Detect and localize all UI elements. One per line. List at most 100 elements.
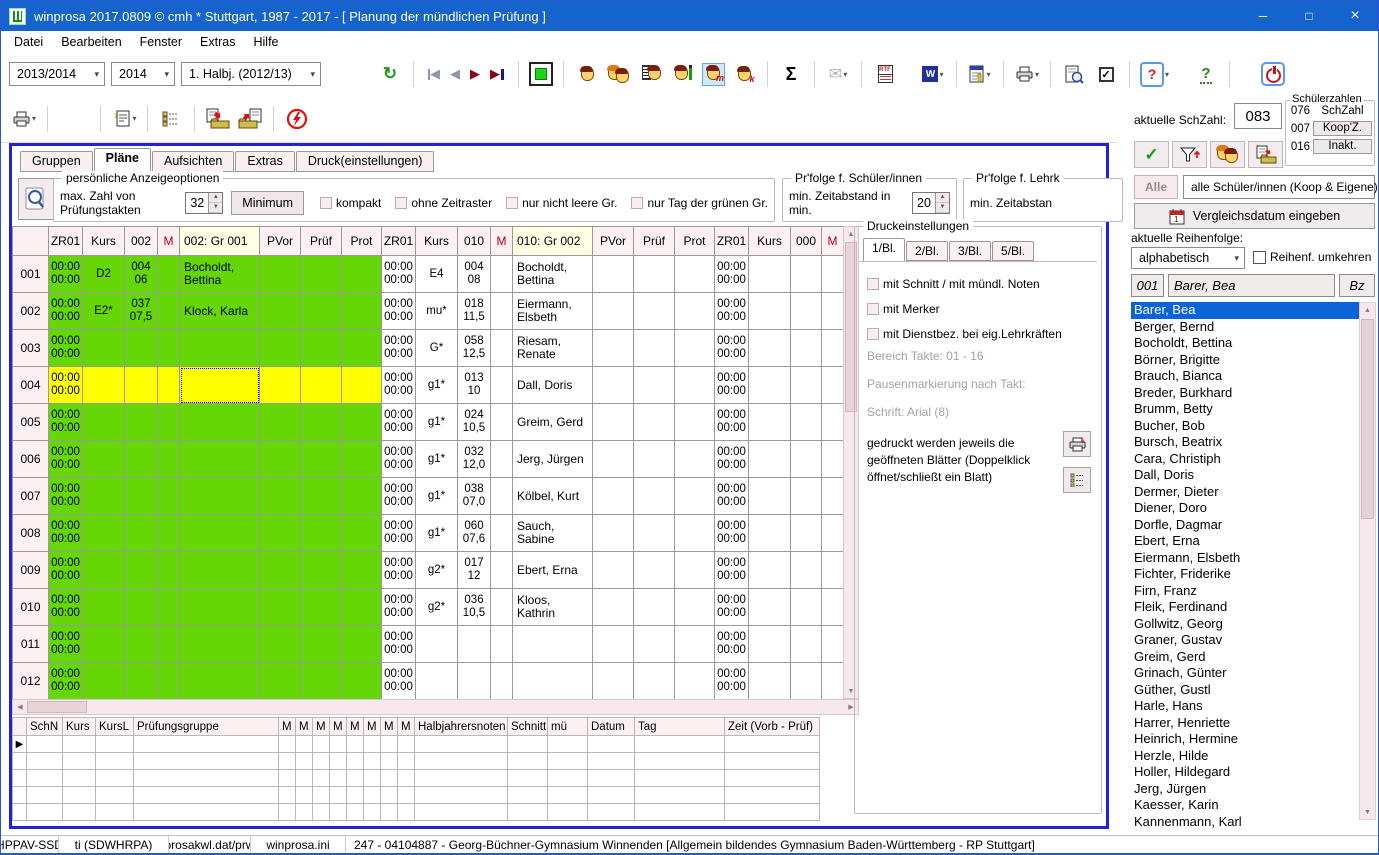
bottom-table-cell[interactable]	[330, 787, 347, 804]
close-button[interactable]: ×	[1332, 1, 1378, 31]
grid-cell-time[interactable]: 00:0000:00	[49, 404, 83, 441]
grid-cell-m[interactable]	[158, 515, 180, 552]
list-item[interactable]: Diener, Doro	[1131, 500, 1359, 517]
grid-cell-kurs[interactable]	[749, 404, 791, 441]
bottom-table-cell[interactable]	[725, 753, 820, 770]
bottom-table-cell[interactable]	[313, 753, 330, 770]
bottom-table-cell[interactable]	[279, 736, 296, 753]
grid-cell-pvor[interactable]	[260, 589, 301, 626]
druck-tab-3-bl-[interactable]: 3/Bl.	[949, 241, 991, 261]
menu-item-extras[interactable]: Extras	[191, 31, 244, 53]
grid-cell-points[interactable]	[791, 293, 822, 330]
grid-cell-time[interactable]: 00:0000:00	[715, 515, 749, 552]
grid-cell-kurs[interactable]: g1*	[416, 478, 458, 515]
grid-cell-kurs[interactable]: D2	[83, 256, 125, 293]
grid-cell-name[interactable]	[180, 663, 260, 700]
grid-cell-points[interactable]	[791, 589, 822, 626]
grid-cell-m[interactable]	[158, 330, 180, 367]
import-from-folder-button[interactable]	[237, 105, 263, 133]
bottom-table-cell[interactable]	[313, 787, 330, 804]
grid-cell-points[interactable]	[791, 552, 822, 589]
student-group-button[interactable]	[606, 60, 632, 88]
grid-cell-pvor[interactable]	[260, 515, 301, 552]
grid-cell-prot[interactable]	[342, 663, 382, 700]
grid-cell-pruef[interactable]	[301, 404, 342, 441]
grid-cell-points[interactable]	[791, 404, 822, 441]
bottom-table-cell[interactable]	[364, 753, 381, 770]
grid-cell-m[interactable]	[491, 293, 513, 330]
list-item[interactable]: Breder, Burkhard	[1131, 385, 1359, 402]
bottom-table-cell[interactable]	[27, 770, 63, 787]
list-item[interactable]: Kannenmann, Karl	[1131, 814, 1359, 831]
halfyear-select[interactable]: 1. Halbj. (2012/13) ▾	[181, 62, 321, 86]
student-count-inakt-[interactable]: Inakt.	[1313, 139, 1372, 154]
reihenfolge-select[interactable]: alphabetisch ▾	[1131, 247, 1245, 269]
grid-cell-pvor[interactable]	[593, 626, 634, 663]
new-sheet-button[interactable]: ▾	[111, 105, 137, 133]
bottom-table-cell[interactable]	[63, 787, 96, 804]
grid-cell-time[interactable]: 00:0000:00	[715, 404, 749, 441]
grid-cell-m[interactable]	[491, 367, 513, 404]
bottom-table-cell[interactable]	[548, 736, 588, 753]
grid-cell-points[interactable]	[125, 478, 158, 515]
grid-cell-kurs[interactable]	[416, 626, 458, 663]
grid-cell-pruef[interactable]	[634, 367, 675, 404]
zeitabstand-stepper[interactable]: 20 ▲▼	[912, 192, 950, 214]
grid-cell-prot[interactable]	[675, 330, 715, 367]
grid-cell-time[interactable]: 00:0000:00	[49, 367, 83, 404]
grid-cell-time[interactable]: 00:0000:00	[382, 515, 416, 552]
list-item[interactable]: Eiermann, Elsbeth	[1131, 550, 1359, 567]
grid-cell-pruef[interactable]	[301, 367, 342, 404]
grid-cell-points[interactable]: 05812,5	[458, 330, 491, 367]
grid-cell-time[interactable]: 00:0000:00	[715, 330, 749, 367]
bottom-table-cell[interactable]	[313, 804, 330, 821]
grid-cell-kurs[interactable]	[749, 293, 791, 330]
spin-down-icon[interactable]: ▼	[936, 203, 949, 213]
minimize-button[interactable]: ─	[1240, 1, 1286, 31]
grid-cell-m[interactable]	[822, 515, 844, 552]
grid-cell-pvor[interactable]	[260, 256, 301, 293]
grid-cell-prot[interactable]	[342, 478, 382, 515]
bottom-table-cell[interactable]	[330, 804, 347, 821]
grid-cell-name[interactable]: Kloos, Kathrin	[513, 589, 593, 626]
student-list-scrollbar[interactable]: ▲ ▼	[1359, 302, 1376, 820]
grid-cell-pruef[interactable]	[634, 256, 675, 293]
bottom-table-cell[interactable]	[398, 804, 415, 821]
grid-cell-pruef[interactable]	[634, 404, 675, 441]
grid-cell-name[interactable]	[180, 552, 260, 589]
grid-cell-kurs[interactable]	[83, 515, 125, 552]
bottom-table-cell[interactable]	[63, 736, 96, 753]
bottom-table-cell[interactable]	[279, 787, 296, 804]
muendlich-mode-button[interactable]: m	[702, 63, 725, 86]
grid-cell-points[interactable]	[791, 626, 822, 663]
bottom-table-cell[interactable]	[381, 753, 398, 770]
bottom-table-cell[interactable]	[313, 736, 330, 753]
grid-cell-kurs[interactable]: mu*	[416, 293, 458, 330]
reihenfolge-umkehren-checkbox[interactable]: Reihenf. umkehren	[1253, 250, 1371, 264]
bottom-table-cell[interactable]	[364, 770, 381, 787]
grid-cell-m[interactable]	[822, 589, 844, 626]
grid-cell-time[interactable]: 00:0000:00	[382, 626, 416, 663]
grid-cell-kurs[interactable]	[749, 367, 791, 404]
grid-cell-prot[interactable]	[675, 663, 715, 700]
bottom-table-cell[interactable]	[398, 787, 415, 804]
grid-cell-time[interactable]: 00:0000:00	[49, 589, 83, 626]
grid-cell-points[interactable]	[791, 663, 822, 700]
checkbox-nur-nicht-leere-gr-[interactable]: nur nicht leere Gr.	[506, 196, 617, 210]
grid-cell-name[interactable]: Riesam, Renate	[513, 330, 593, 367]
bottom-table-cell[interactable]	[330, 736, 347, 753]
bottom-table-cell[interactable]	[415, 736, 508, 753]
bottom-table-cell[interactable]	[381, 787, 398, 804]
bottom-table-cell[interactable]	[296, 787, 313, 804]
checkbox-mit-schnitt-mit-mündl-noten[interactable]: mit Schnitt / mit mündl. Noten	[867, 277, 1062, 291]
grid-horizontal-scrollbar[interactable]: ◀ ▶	[12, 699, 859, 715]
filter-button[interactable]	[1172, 141, 1207, 168]
grid-cell-pvor[interactable]	[593, 552, 634, 589]
schzahl-input[interactable]: 083	[1234, 103, 1282, 129]
bottom-table-cell[interactable]	[635, 804, 725, 821]
grid-cell-prot[interactable]	[675, 589, 715, 626]
grid-cell-pvor[interactable]	[260, 478, 301, 515]
grid-cell-time[interactable]: 00:0000:00	[49, 626, 83, 663]
grid-cell-prot[interactable]	[675, 256, 715, 293]
bottom-table-cell[interactable]	[134, 736, 279, 753]
